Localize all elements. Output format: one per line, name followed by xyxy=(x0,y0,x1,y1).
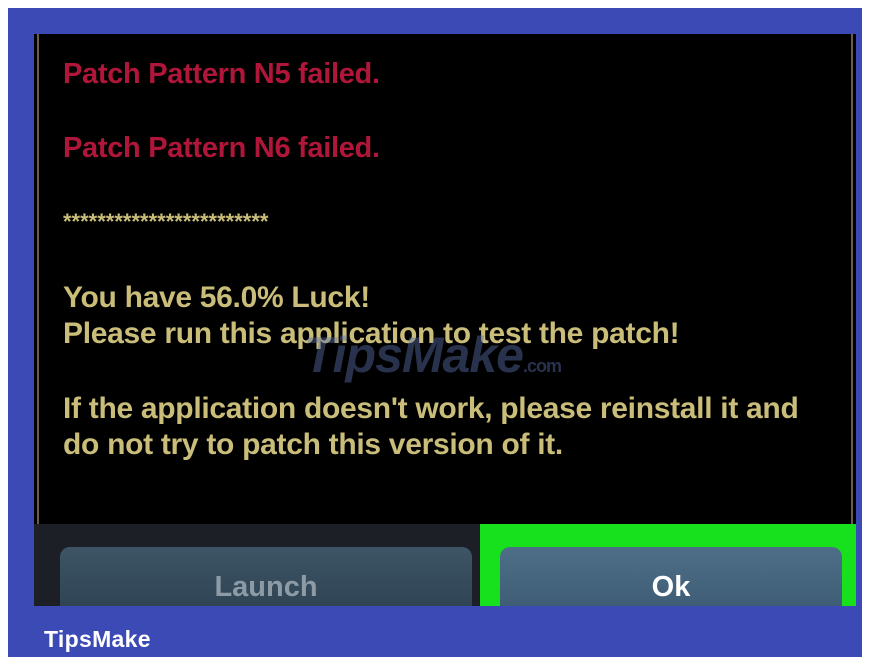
dialog-border-left xyxy=(37,34,39,524)
separator-line: ************************ xyxy=(63,209,269,234)
tipsmake-brand-label: TipsMake xyxy=(44,626,151,652)
dialog-border-right xyxy=(851,34,853,524)
image-frame: Patch Pattern N5 failed. Patch Pattern N… xyxy=(8,8,862,657)
warning-line-2: do not try to patch this version of it. xyxy=(63,428,563,461)
warning-line-1: If the application doesn't work, please … xyxy=(63,392,799,425)
patch-result-dialog: Patch Pattern N5 failed. Patch Pattern N… xyxy=(34,34,856,606)
tipsmake-watermark: TipsMake.com xyxy=(304,326,562,384)
watermark-tld: .com xyxy=(522,356,562,376)
launch-button[interactable]: Launch xyxy=(60,547,472,606)
ok-button[interactable]: Ok xyxy=(500,547,842,606)
dialog-button-bar: Launch Ok xyxy=(34,524,856,606)
watermark-text: TipsMake xyxy=(304,327,524,383)
launch-button-label: Launch xyxy=(214,571,318,603)
error-line-n6: Patch Pattern N6 failed. xyxy=(63,132,380,164)
ok-button-label: Ok xyxy=(651,571,691,603)
luck-line: You have 56.0% Luck! xyxy=(63,281,370,314)
error-line-n5: Patch Pattern N5 failed. xyxy=(63,58,380,90)
